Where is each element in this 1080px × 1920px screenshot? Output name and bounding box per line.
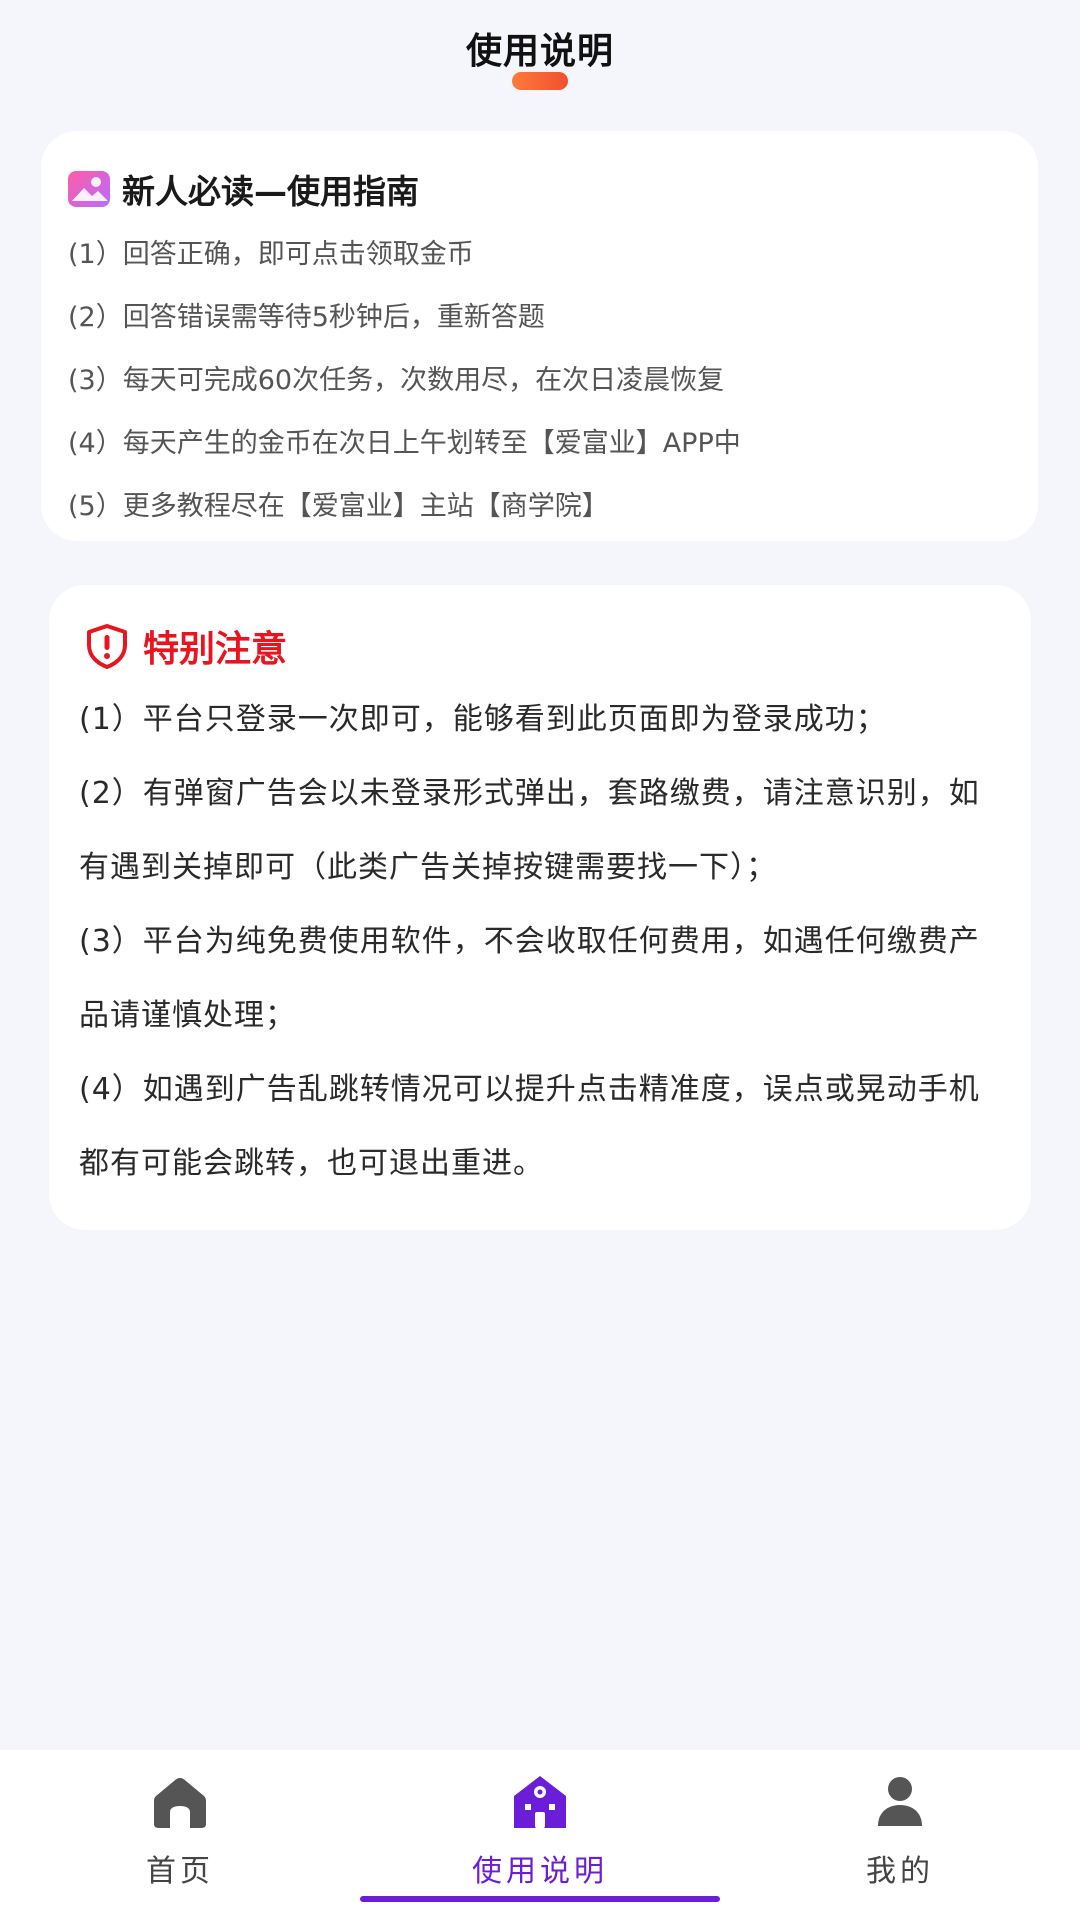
guide-item: (2）回答错误需等待5秒钟后，重新答题 <box>68 302 545 333</box>
notice-item: (2）有弹窗广告会以未登录形式弹出，套路缴费，请注意识别，如有遇到关掉即可（此类… <box>79 776 980 885</box>
guide-card: 新人必读—使用指南 (1）回答正确，即可点击领取金币 (2）回答错误需等待5秒钟… <box>41 131 1038 541</box>
notice-card: 特别注意 (1）平台只登录一次即可，能够看到此页面即为登录成功； (2）有弹窗广… <box>49 585 1031 1230</box>
nav-label-home: 首页 <box>146 1854 214 1889</box>
notice-item: (1）平台只登录一次即可，能够看到此页面即为登录成功； <box>79 702 887 737</box>
guide-item: (1）回答正确，即可点击领取金币 <box>68 239 474 270</box>
nav-item-home[interactable]: 首页 <box>0 1750 360 1920</box>
nav-label-mine: 我的 <box>866 1854 934 1889</box>
header: 使用说明 <box>0 0 1080 110</box>
guide-item: (5）更多教程尽在【爱富业】主站【商学院】 <box>68 491 609 522</box>
home-icon <box>154 1778 206 1828</box>
active-tab-indicator <box>360 1896 720 1902</box>
notice-item: (4）如遇到广告乱跳转情况可以提升点击精准度，误点或晃动手机都有可能会跳转，也可… <box>79 1072 980 1181</box>
guide-title: 新人必读—使用指南 <box>122 172 419 211</box>
notice-title: 特别注意 <box>143 629 288 670</box>
notice-item: (3）平台为纯免费使用软件，不会收取任何费用，如遇任何缴费产品请谨慎处理； <box>79 924 980 1033</box>
nav-item-guide[interactable]: 使用说明 <box>360 1750 720 1920</box>
notice-header: 特别注意 <box>85 620 287 672</box>
title-underline <box>512 72 568 90</box>
page-title: 使用说明 <box>465 31 614 72</box>
nav-item-mine[interactable]: 我的 <box>720 1750 1080 1920</box>
nav-label-guide: 使用说明 <box>472 1854 608 1889</box>
guide-list: (1）回答正确，即可点击领取金币 (2）回答错误需等待5秒钟后，重新答题 (3）… <box>68 223 1018 538</box>
guide-house-icon <box>514 1776 566 1828</box>
shield-alert-icon <box>87 624 127 669</box>
guide-header: 新人必读—使用指南 <box>68 165 419 213</box>
guide-item: (4）每天产生的金币在次日上午划转至【爱富业】APP中 <box>68 428 741 459</box>
bottom-nav: 首页 使用说明 我的 <box>0 1750 1080 1920</box>
user-icon <box>878 1777 922 1826</box>
image-icon <box>68 171 110 207</box>
guide-item: (3）每天可完成60次任务，次数用尽，在次日凌晨恢复 <box>68 365 725 396</box>
notice-list: (1）平台只登录一次即可，能够看到此页面即为登录成功； (2）有弹窗广告会以未登… <box>79 683 1009 1201</box>
